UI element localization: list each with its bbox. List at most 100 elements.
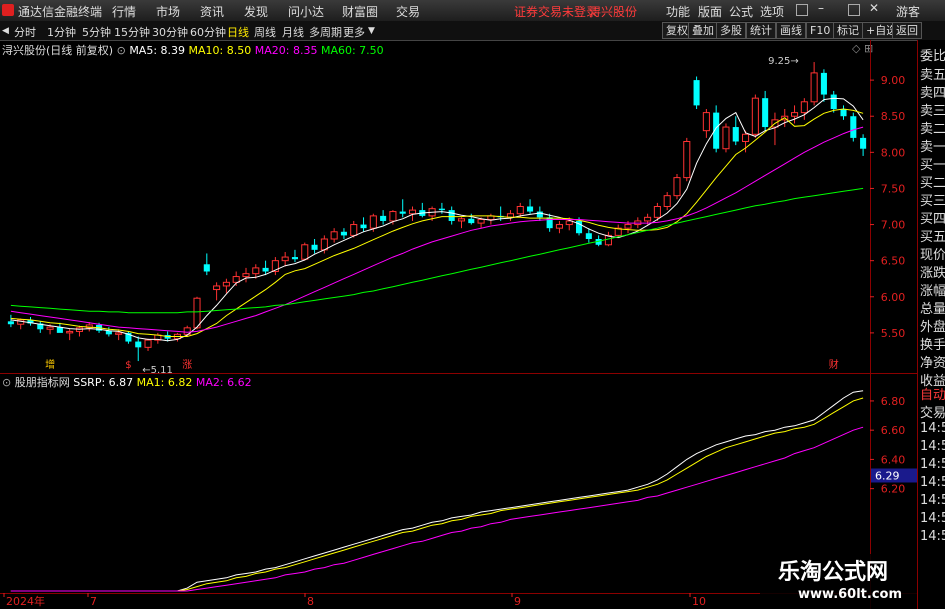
candle-body-down — [135, 341, 142, 348]
candle-body-up — [516, 206, 524, 215]
quote-panel-item: 外盘 — [920, 320, 945, 335]
quote-panel-item: 净资 — [920, 356, 945, 371]
period-1min[interactable]: 1分钟 — [47, 24, 76, 40]
minimize-icon[interactable]: – — [818, 1, 824, 15]
candle-body-down — [830, 94, 837, 109]
candle-body-up — [144, 339, 152, 348]
candle-body-down — [693, 80, 700, 106]
event-tag: $ — [125, 360, 131, 371]
candle-body-up — [222, 281, 230, 287]
quote-panel-item: 卖四 — [920, 86, 945, 101]
ma-line-ma20 — [10, 126, 864, 333]
menu-wenxiaoda[interactable]: 问小达 — [288, 3, 324, 20]
menu-hangqing[interactable]: 行情 — [112, 3, 136, 20]
candle-body-down — [438, 208, 445, 211]
candle-body-up — [66, 330, 74, 334]
y-tick-label: 6.50 — [881, 255, 906, 268]
menu-xuanxiang[interactable]: 选项 — [760, 3, 784, 20]
menu-caifuquan[interactable]: 财富圈 — [342, 3, 378, 20]
candle-body-down — [546, 217, 553, 229]
candle-body-up — [644, 216, 652, 222]
indicator-y-tick-label: 6.80 — [881, 395, 906, 408]
f10-button[interactable]: F10 — [806, 22, 835, 39]
candle-body-down — [860, 137, 867, 149]
quote-panel-item: 现价 — [920, 248, 945, 263]
close-icon[interactable]: ✕ — [869, 1, 879, 15]
diejia-button[interactable]: 叠加 — [688, 22, 718, 39]
menu-jiaoyi[interactable]: 交易 — [396, 3, 420, 20]
collapse-arrow-icon[interactable]: ◀ — [2, 26, 9, 36]
candle-body-down — [840, 109, 847, 117]
quote-panel-item: 14:56 — [920, 439, 945, 454]
period-60min[interactable]: 60分钟 — [190, 24, 226, 40]
candle-body-up — [800, 101, 808, 114]
candle-body-down — [203, 264, 210, 272]
kline-chart-area[interactable]: 5.50 6.00 6.50 7.00 7.50 8.00 8.50 9.00 6.20 6.40… — [0, 40, 917, 609]
candle-body-up — [115, 332, 123, 335]
y-tick-label: 7.00 — [881, 219, 906, 232]
menu-gongshi[interactable]: 公式 — [729, 3, 753, 20]
x-tick-label: 8 — [307, 595, 314, 608]
menu-zixun[interactable]: 资讯 — [200, 3, 224, 20]
quote-panel-item: 卖二 — [920, 122, 945, 137]
candle-body-up — [301, 244, 309, 260]
candle-body-down — [56, 327, 63, 333]
period-toolbar: ◀ 分时 1分钟 5分钟 15分钟 30分钟 60分钟 日线 周线 月线 多周期… — [0, 21, 945, 41]
indicator-y-tick-label: 6.40 — [881, 453, 906, 466]
quote-panel-item: 买三 — [920, 194, 945, 209]
watermark-url: www.60lt.com — [798, 587, 903, 602]
more-dropdown-icon[interactable]: ▼ — [368, 26, 375, 36]
duogu-button[interactable]: 多股 — [716, 22, 746, 39]
quote-side-panel: 委比 卖五 卖四 卖三 卖二 卖一 买一 买二 买三 买四 买五 现价 涨跌 涨幅 总量 外盘 换手 净资 收益 自动… — [917, 40, 945, 609]
period-more[interactable]: 更多 — [343, 24, 365, 40]
watermark-title: 乐淘公式网 — [778, 560, 889, 585]
candle-body-up — [663, 195, 671, 208]
quote-panel-item: 14:56 — [920, 529, 945, 544]
period-daily[interactable]: 日线 — [227, 24, 249, 40]
period-multi[interactable]: 多周期 — [309, 24, 342, 40]
maximize-icon[interactable] — [848, 4, 860, 16]
period-fenshi[interactable]: 分时 — [14, 24, 36, 40]
y-tick-label: 6.00 — [881, 291, 906, 304]
quote-panel-item: 委比 — [920, 49, 945, 64]
quote-panel-item: 买五 — [920, 230, 945, 245]
period-weekly[interactable]: 周线 — [254, 24, 276, 40]
menu-gongneng[interactable]: 功能 — [666, 3, 690, 20]
period-30min[interactable]: 30分钟 — [152, 24, 188, 40]
period-5min[interactable]: 5分钟 — [82, 24, 111, 40]
app-logo-icon — [2, 4, 14, 16]
candle-body-up — [810, 72, 818, 103]
candle-body-down — [360, 224, 367, 229]
candle-body-down — [536, 211, 543, 218]
current-stock-name: 浔兴股份 — [589, 5, 638, 19]
candle-body-up — [457, 218, 466, 222]
back-button[interactable]: 返回 — [892, 22, 922, 39]
menu-banmian[interactable]: 版面 — [698, 3, 722, 20]
period-15min[interactable]: 15分钟 — [114, 24, 150, 40]
trade-login-status[interactable]: 证券交易未登录 — [514, 3, 598, 20]
period-monthly[interactable]: 月线 — [282, 24, 304, 40]
ma-line-ma60 — [10, 187, 864, 314]
x-tick-label: 7 — [90, 595, 97, 608]
huaxian-button[interactable]: 画线 — [776, 22, 806, 39]
candle-body-up — [751, 97, 759, 135]
menu-shichang[interactable]: 市场 — [156, 3, 180, 20]
x-tick-label: 10 — [692, 595, 706, 608]
quote-panel-item: 总量 — [920, 302, 945, 317]
candle-body-up — [702, 112, 710, 132]
quote-panel-item[interactable]: 交易 — [920, 402, 945, 421]
quote-panel-item[interactable]: 自动 — [920, 384, 945, 403]
candle-body-down — [732, 127, 739, 142]
candle-body-up — [653, 206, 661, 218]
candle-body-down — [585, 233, 592, 239]
biaoji-button[interactable]: 标记 — [833, 22, 863, 39]
candle-body-down — [262, 267, 269, 272]
candle-body-up — [790, 112, 799, 117]
candle-body-up — [742, 133, 750, 143]
candle-body-up — [252, 267, 260, 275]
quote-panel-item: 卖五 — [920, 68, 945, 83]
menu-faxian[interactable]: 发现 — [244, 3, 268, 20]
restore-window-icon[interactable] — [796, 4, 808, 16]
guest-label[interactable]: 游客 — [896, 3, 920, 20]
tongji-button[interactable]: 统计 — [746, 22, 776, 39]
